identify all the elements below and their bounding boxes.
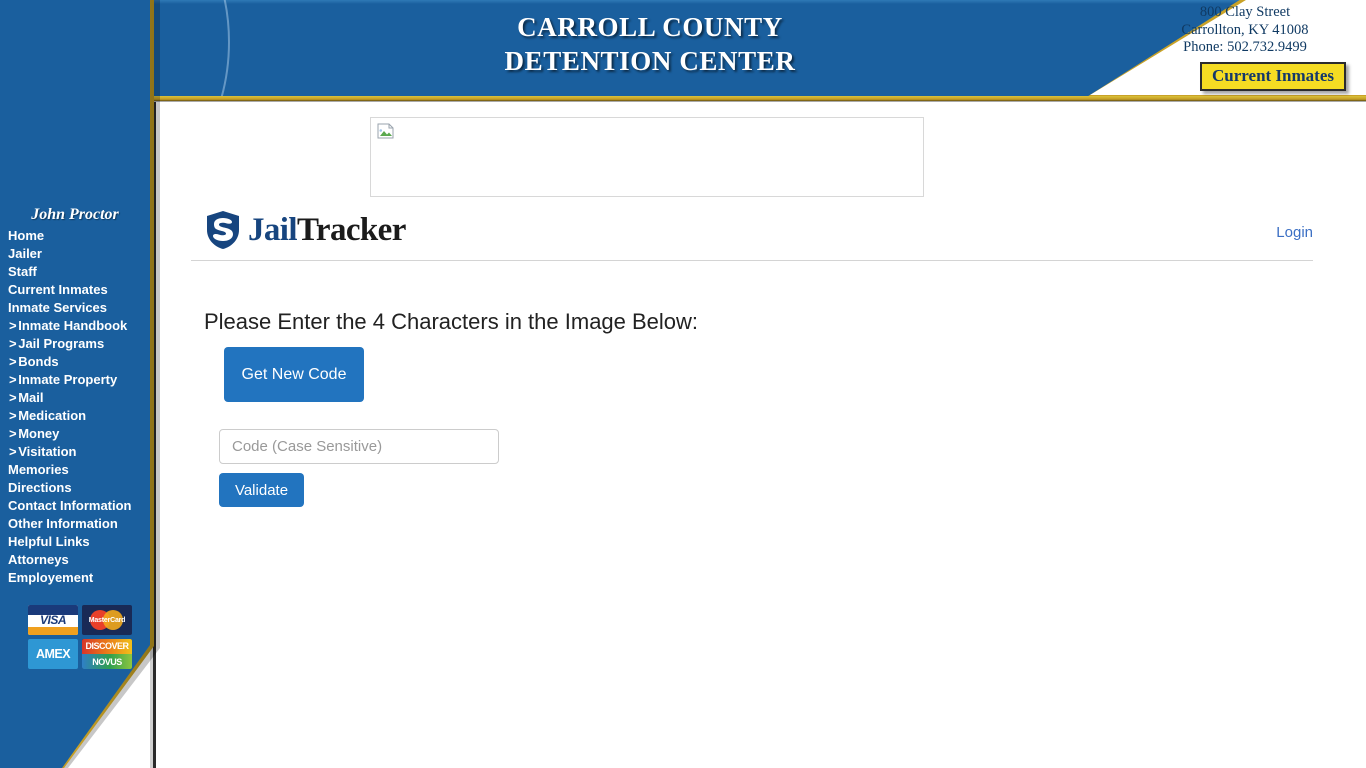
jailtracker-wordmark: JailTracker — [248, 211, 406, 249]
sidebar-item-money[interactable]: Money — [8, 425, 150, 443]
accepted-payment-cards: VISA MasterCard AMEX DISCOVER NOVUS — [28, 605, 132, 669]
address-city-state-zip: Carrollton, KY 41008 — [1181, 21, 1309, 38]
sidebar-item-medication[interactable]: Medication — [8, 407, 150, 425]
site-header: CARROLL COUNTY DETENTION CENTER 800 Clay… — [0, 0, 1366, 98]
sidebar-jailer-name: John Proctor — [31, 206, 119, 223]
discover-card-label-bottom: NOVUS — [92, 657, 122, 667]
page-title-line-2: DETENTION CENTER — [504, 46, 796, 76]
sidebar-item-current-inmates[interactable]: Current Inmates — [8, 281, 150, 299]
address-phone: Phone: 502.732.9499 — [1183, 39, 1307, 55]
validate-button[interactable]: Validate — [219, 473, 304, 507]
sidebar-item-visitation[interactable]: Visitation — [8, 443, 150, 461]
address-street: 800 Clay Street — [1199, 4, 1291, 20]
contact-information: 800 Clay Street Carrollton, KY 41008 Pho… — [1130, 4, 1360, 57]
sidebar-item-directions[interactable]: Directions — [8, 479, 150, 497]
mastercard-card-logo: MasterCard — [82, 605, 132, 635]
mastercard-card-label: MasterCard — [88, 616, 126, 624]
get-new-code-button[interactable]: Get New Code — [224, 347, 364, 402]
page-title-line-1: CARROLL COUNTY — [517, 12, 783, 42]
page-root: CARROLL COUNTY DETENTION CENTER 800 Clay… — [0, 0, 1366, 768]
visa-card-label: VISA — [39, 613, 67, 627]
captcha-code-input[interactable] — [219, 429, 499, 464]
shield-check-icon — [207, 211, 239, 249]
sidebar-item-attorneys[interactable]: Attorneys — [8, 551, 150, 569]
sidebar-item-inmate-property[interactable]: Inmate Property — [8, 371, 150, 389]
discover-card-logo: DISCOVER NOVUS — [82, 639, 132, 669]
sidebar-item-home[interactable]: Home — [8, 227, 150, 245]
sidebar-item-inmate-services[interactable]: Inmate Services — [8, 299, 150, 317]
sidebar-item-other-information[interactable]: Other Information — [8, 515, 150, 533]
sidebar-item-jailer[interactable]: Jailer — [8, 245, 150, 263]
sidebar-item-memories[interactable]: Memories — [8, 461, 150, 479]
sidebar-item-mail[interactable]: Mail — [8, 389, 150, 407]
sidebar-item-staff[interactable]: Staff — [8, 263, 150, 281]
amex-card-logo: AMEX — [28, 639, 78, 669]
sidebar-item-helpful-links[interactable]: Helpful Links — [8, 533, 150, 551]
jailtracker-logo: JailTracker — [205, 210, 406, 250]
jailtracker-header-bar: JailTracker Login — [191, 205, 1313, 261]
sidebar-item-jail-programs[interactable]: Jail Programs — [8, 335, 150, 353]
broken-image-icon — [377, 123, 394, 139]
sidebar-item-inmate-handbook[interactable]: Inmate Handbook — [8, 317, 150, 335]
jailtracker-word-jail: Jail — [248, 212, 298, 248]
visa-card-logo: VISA — [28, 605, 78, 635]
discover-card-label-top: DISCOVER — [85, 641, 129, 651]
page-title: CARROLL COUNTY DETENTION CENTER — [400, 10, 900, 78]
sidebar-item-bonds[interactable]: Bonds — [8, 353, 150, 371]
content-panel: JailTracker Login Please Enter the 4 Cha… — [153, 102, 1366, 768]
amex-card-label: AMEX — [35, 647, 71, 661]
sidebar-item-employement[interactable]: Employement — [8, 569, 150, 587]
sidebar-navigation: Home Jailer Staff Current Inmates Inmate Ser… — [8, 227, 150, 587]
current-inmates-button[interactable]: Current Inmates — [1200, 62, 1346, 91]
banner-image-placeholder — [370, 117, 924, 197]
sidebar-item-contact-information[interactable]: Contact Information — [8, 497, 150, 515]
login-link[interactable]: Login — [1276, 224, 1313, 241]
sidebar: John Proctor Home Jailer Staff Current Inma… — [0, 0, 150, 768]
captcha-prompt: Please Enter the 4 Characters in the Ima… — [204, 309, 699, 334]
jailtracker-word-tracker: Tracker — [296, 212, 406, 248]
